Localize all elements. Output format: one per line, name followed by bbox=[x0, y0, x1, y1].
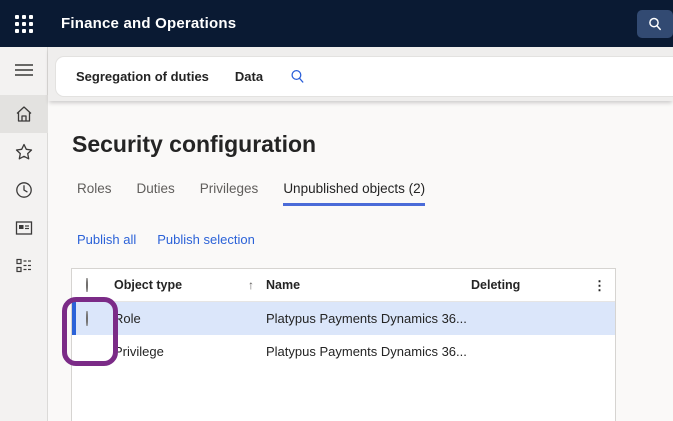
publish-all-button[interactable]: Publish all bbox=[77, 232, 136, 247]
cell-object-type: Role bbox=[114, 311, 266, 326]
sidebar-item-workspaces[interactable] bbox=[0, 209, 48, 247]
action-bar: Publish all Publish selection bbox=[77, 232, 255, 247]
breadcrumb-item-data[interactable]: Data bbox=[235, 69, 263, 84]
star-icon bbox=[14, 142, 34, 162]
breadcrumb: Segregation of duties Data bbox=[55, 56, 673, 97]
search-icon bbox=[647, 16, 663, 32]
tab-unpublished-objects[interactable]: Unpublished objects (2) bbox=[283, 181, 425, 206]
main-content: Security configuration Roles Duties Priv… bbox=[48, 101, 673, 421]
cell-name: Platypus Payments Dynamics 36... bbox=[266, 344, 471, 359]
hamburger-icon bbox=[15, 63, 33, 77]
left-navigation-rail bbox=[0, 47, 48, 421]
cell-name: Platypus Payments Dynamics 36... bbox=[266, 311, 471, 326]
cell-object-type: Privilege bbox=[114, 344, 266, 359]
modules-list-icon bbox=[14, 256, 34, 276]
tab-duties[interactable]: Duties bbox=[137, 181, 175, 206]
navigation-band: Segregation of duties Data bbox=[48, 47, 673, 101]
selected-row-accent bbox=[72, 302, 76, 335]
row-checkbox-role[interactable] bbox=[86, 311, 88, 326]
page-search-button[interactable] bbox=[289, 68, 306, 85]
column-header-deleting[interactable]: Deleting bbox=[471, 278, 581, 292]
table-row-privilege[interactable]: Privilege Platypus Payments Dynamics 36.… bbox=[72, 335, 615, 368]
app-launcher-icon[interactable] bbox=[15, 15, 33, 33]
column-header-name[interactable]: Name bbox=[266, 278, 471, 292]
workspace-icon bbox=[14, 218, 34, 238]
clock-icon bbox=[14, 180, 34, 200]
home-icon bbox=[14, 104, 34, 124]
grid-header-row: Object type ↑ Name Deleting ⋮ bbox=[72, 269, 615, 302]
sort-ascending-icon[interactable]: ↑ bbox=[248, 278, 254, 292]
breadcrumb-item-segregation-of-duties[interactable]: Segregation of duties bbox=[76, 69, 209, 84]
tab-privileges[interactable]: Privileges bbox=[200, 181, 259, 206]
column-header-object-type[interactable]: Object type bbox=[114, 278, 182, 292]
select-all-checkbox[interactable] bbox=[86, 278, 88, 292]
unpublished-objects-grid: Object type ↑ Name Deleting ⋮ Role Platy… bbox=[71, 268, 616, 421]
app-title: Finance and Operations bbox=[61, 15, 236, 32]
nav-expand-button[interactable] bbox=[0, 55, 48, 85]
table-row-role[interactable]: Role Platypus Payments Dynamics 36... bbox=[72, 302, 615, 335]
publish-selection-button[interactable]: Publish selection bbox=[157, 232, 255, 247]
grid-options-icon[interactable]: ⋮ bbox=[593, 279, 606, 292]
global-search-button[interactable] bbox=[637, 10, 673, 38]
sidebar-item-modules[interactable] bbox=[0, 247, 48, 285]
sidebar-item-home[interactable] bbox=[0, 95, 48, 133]
page-title: Security configuration bbox=[72, 131, 316, 158]
sidebar-item-recent[interactable] bbox=[0, 171, 48, 209]
tab-bar: Roles Duties Privileges Unpublished obje… bbox=[77, 181, 425, 206]
tab-roles[interactable]: Roles bbox=[77, 181, 112, 206]
sidebar-item-favorites[interactable] bbox=[0, 133, 48, 171]
search-icon bbox=[289, 68, 306, 85]
app-header: Finance and Operations bbox=[0, 0, 673, 47]
